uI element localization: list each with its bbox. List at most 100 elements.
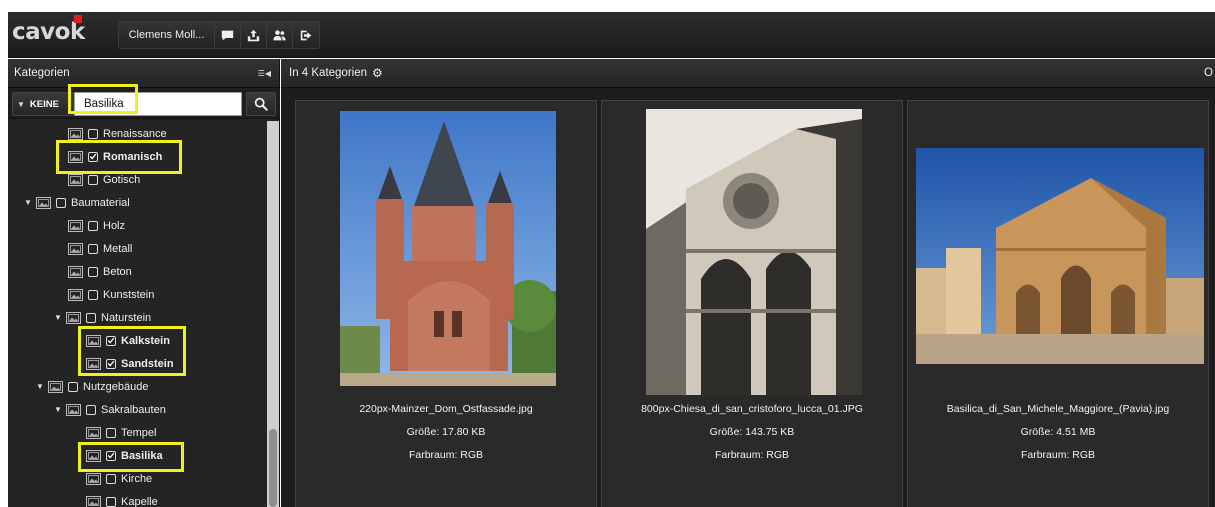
image-icon — [66, 403, 81, 416]
results-panel: In 4 Kategorien ⚙ O 220px-Mainzer_Dom_Os — [281, 59, 1215, 507]
image-icon — [86, 472, 101, 485]
filter-dropdown-button[interactable]: ▼ KEINE — [12, 92, 74, 116]
tree-scrollbar-thumb[interactable] — [269, 429, 277, 507]
categories-header: Kategorien ☰◀ — [8, 59, 279, 88]
search-icon — [254, 97, 268, 111]
tree-item-naturstein[interactable]: ▼ Naturstein — [54, 307, 151, 328]
user-toolbar: Clemens Moll... — [118, 21, 320, 49]
tree-item-label: Baumaterial — [71, 196, 130, 209]
comment-button[interactable] — [215, 22, 241, 48]
tree-item-gotisch[interactable]: Gotisch — [68, 169, 140, 190]
tree-item-holz[interactable]: Holz — [68, 215, 125, 236]
checkbox[interactable] — [86, 312, 96, 323]
tree-item-label: Kapelle — [121, 495, 158, 507]
caret-down-icon[interactable]: ▼ — [54, 405, 66, 414]
checkbox[interactable] — [88, 266, 98, 277]
filename-label: Basilica_di_San_Michele_Maggiore_(Pavia)… — [946, 403, 1170, 415]
result-card[interactable]: Basilica_di_San_Michele_Maggiore_(Pavia)… — [907, 100, 1209, 507]
tree-item-sakralbauten[interactable]: ▼ Sakralbauten — [54, 399, 166, 420]
result-card[interactable]: 800px-Chiesa_di_san_cristoforo_lucca_01.… — [601, 100, 903, 507]
tree-item-beton[interactable]: Beton — [68, 261, 132, 282]
users-button[interactable] — [267, 22, 293, 48]
checkbox[interactable] — [88, 174, 98, 185]
tree-item-romanisch[interactable]: Romanisch — [68, 146, 162, 167]
tree-item-label: Holz — [103, 219, 126, 232]
filter-dropdown-label: KEINE — [29, 98, 59, 110]
colorspace-label: Farbraum: RGB — [714, 449, 790, 461]
caret-down-icon: ▼ — [17, 99, 25, 109]
caret-down-icon[interactable]: ▼ — [24, 198, 36, 207]
file-size-label: Größe: 143.75 KB — [709, 426, 795, 438]
upload-icon — [247, 29, 260, 41]
checkbox[interactable] — [106, 427, 116, 438]
gear-icon[interactable]: ⚙ — [372, 66, 383, 80]
tree-item-kapelle[interactable]: Kapelle — [86, 491, 158, 507]
thumbnail-mainzer-dom[interactable] — [340, 111, 556, 386]
app-logo[interactable]: cavok — [12, 19, 85, 49]
checkbox-checked[interactable] — [88, 151, 98, 162]
image-icon — [68, 173, 83, 186]
categories-title: Kategorien — [14, 67, 70, 79]
logo-mark — [74, 15, 82, 23]
checkbox-checked[interactable] — [106, 358, 116, 369]
image-icon — [86, 449, 101, 462]
colorspace-label: Farbraum: RGB — [1020, 449, 1096, 461]
upload-button[interactable] — [241, 22, 267, 48]
checkbox[interactable] — [88, 289, 98, 300]
tree-item-basilika[interactable]: Basilika — [86, 445, 163, 466]
user-menu-button[interactable]: Clemens Moll... — [119, 22, 215, 48]
filename-label: 220px-Mainzer_Dom_Ostfassade.jpg — [359, 403, 533, 415]
colorspace-label: Farbraum: RGB — [408, 449, 484, 461]
thumbnail-san-michele[interactable] — [916, 148, 1204, 364]
category-search-field — [74, 92, 242, 116]
users-icon — [273, 29, 286, 40]
tree-item-metall[interactable]: Metall — [68, 238, 132, 259]
tree-item-sandstein[interactable]: Sandstein — [86, 353, 174, 374]
checkbox[interactable] — [88, 220, 98, 231]
results-header: In 4 Kategorien ⚙ O — [281, 59, 1215, 88]
checkbox[interactable] — [68, 381, 78, 392]
checkbox[interactable] — [106, 473, 116, 484]
checkbox-checked[interactable] — [106, 450, 116, 461]
checkbox[interactable] — [56, 197, 66, 208]
checkbox[interactable] — [88, 243, 98, 254]
checkbox[interactable] — [106, 496, 116, 507]
image-icon — [68, 127, 83, 140]
results-title: In 4 Kategorien — [289, 67, 368, 79]
collapse-panel-icon[interactable]: ☰◀ — [258, 69, 271, 78]
tree-item-label: Nutzgebäude — [83, 380, 149, 393]
header-edge-label: O — [1204, 67, 1213, 79]
tree-item-renaissance[interactable]: Renaissance — [68, 123, 167, 144]
tree-item-baumaterial[interactable]: ▼ Baumaterial — [24, 192, 130, 213]
search-button[interactable] — [246, 92, 276, 116]
image-icon — [68, 219, 83, 232]
tree-item-label: Renaissance — [103, 127, 167, 140]
checkbox[interactable] — [88, 128, 98, 139]
image-icon — [48, 380, 63, 393]
tree-item-kalkstein[interactable]: Kalkstein — [86, 330, 170, 351]
tree-item-kirche[interactable]: Kirche — [86, 468, 152, 489]
checkbox[interactable] — [86, 404, 96, 415]
file-size-label: Größe: 4.51 MB — [1020, 426, 1096, 438]
tree-item-label: Tempel — [121, 426, 157, 439]
image-icon — [86, 495, 101, 507]
image-icon — [86, 426, 101, 439]
comment-icon — [221, 30, 234, 40]
file-size-label: Größe: 17.80 KB — [406, 426, 486, 438]
image-icon — [66, 311, 81, 324]
logout-icon — [300, 30, 311, 40]
checkbox-checked[interactable] — [106, 335, 116, 346]
thumbnail-san-cristoforo[interactable] — [646, 109, 862, 395]
category-search-row: ▼ KEINE — [8, 88, 280, 119]
tree-item-kunststein[interactable]: Kunststein — [68, 284, 154, 305]
tree-item-tempel[interactable]: Tempel — [86, 422, 156, 443]
image-icon — [68, 242, 83, 255]
tree-item-nutzgebaeude[interactable]: ▼ Nutzgebäude — [36, 376, 148, 397]
logout-button[interactable] — [293, 22, 319, 48]
caret-down-icon[interactable]: ▼ — [54, 313, 66, 322]
filename-label: 800px-Chiesa_di_san_cristoforo_lucca_01.… — [641, 403, 863, 415]
tree-item-label: Kirche — [121, 472, 153, 485]
result-card[interactable]: 220px-Mainzer_Dom_Ostfassade.jpg Größe: … — [295, 100, 597, 507]
caret-down-icon[interactable]: ▼ — [36, 382, 48, 391]
category-search-input[interactable] — [75, 93, 241, 115]
